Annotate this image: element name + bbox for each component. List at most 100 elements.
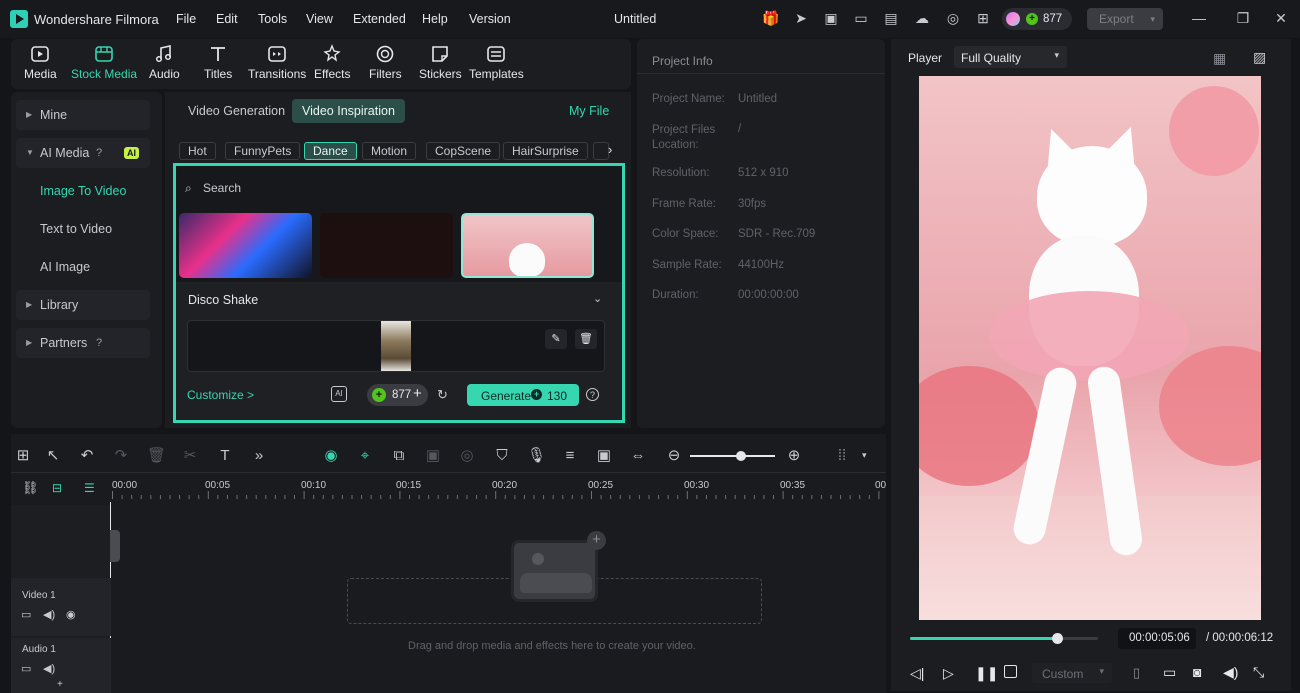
keyframe-icon[interactable]: ▣	[424, 447, 442, 465]
help-icon[interactable]: ?	[96, 138, 102, 168]
chevron-right-icon[interactable]: ›	[608, 142, 612, 157]
snap-icon[interactable]: ⌖	[356, 447, 374, 465]
menu-extended[interactable]: Extended	[353, 12, 406, 26]
zoom-handle[interactable]	[736, 451, 746, 461]
cloud-icon[interactable]: ☁	[913, 10, 931, 26]
help-icon[interactable]: ?	[96, 328, 102, 358]
playback-track[interactable]	[910, 633, 1098, 644]
time-ruler[interactable]: 00:00 00:05 00:10 00:15 00:20 00:25 00:3…	[112, 474, 886, 502]
template-thumb[interactable]	[179, 213, 312, 278]
chip-motion[interactable]: Motion	[362, 142, 417, 160]
prev-frame-icon[interactable]: ◁|	[910, 665, 924, 682]
shield-icon[interactable]: ⛉	[493, 447, 511, 465]
camera-icon[interactable]: ◙	[1193, 664, 1201, 680]
redo-icon[interactable]: ↷	[112, 447, 130, 465]
tab-video-generation[interactable]: Video Generation	[178, 99, 295, 123]
sidebar-item-image-to-video[interactable]: Image To Video	[16, 176, 150, 206]
folder-icon[interactable]: ▭	[21, 662, 31, 675]
ai-assistant-icon[interactable]: ◉	[322, 447, 340, 465]
chevron-down-icon[interactable]: ▾	[862, 450, 867, 461]
close-icon[interactable]: ✕	[1272, 10, 1290, 26]
menu-tools[interactable]: Tools	[258, 12, 287, 26]
zoom-out-icon[interactable]: ⊖	[665, 447, 683, 465]
send-icon[interactable]: ➤	[792, 10, 810, 26]
refresh-icon[interactable]: ↻	[437, 387, 448, 403]
cut-icon[interactable]: ✂	[181, 447, 199, 465]
sidebar-item-ai-image[interactable]: AI Image	[16, 252, 150, 282]
chip-dance[interactable]: Dance	[304, 142, 357, 160]
grip-icon[interactable]: ⁞⁞	[833, 447, 851, 465]
playhead-handle[interactable]	[110, 530, 120, 562]
select-tool-icon[interactable]: ↖	[44, 447, 62, 465]
menu-view[interactable]: View	[306, 12, 333, 26]
sidebar-item-library[interactable]: ▶ Library	[16, 290, 150, 320]
grid-view-icon[interactable]: ▦	[1213, 50, 1226, 67]
toolbar-effects[interactable]: Effects	[314, 44, 350, 81]
save-icon[interactable]: ▤	[882, 10, 900, 26]
chip-funnypets[interactable]: FunnyPets	[225, 142, 301, 160]
folder-icon[interactable]: ▭	[21, 608, 31, 621]
template-thumb-selected[interactable]	[461, 213, 594, 278]
pause-icon[interactable]: ❚❚	[975, 665, 998, 682]
speaker-icon[interactable]: ◀)	[43, 662, 55, 675]
chevron-down-icon[interactable]: ⌄	[593, 292, 602, 305]
gift-icon[interactable]: 🎁	[762, 10, 780, 26]
fullscreen-icon[interactable]: ⤡	[1253, 664, 1264, 681]
maximize-icon[interactable]: ❐	[1234, 10, 1252, 26]
eye-icon[interactable]: ◉	[66, 608, 76, 621]
menu-version[interactable]: Version	[469, 12, 511, 26]
stop-icon[interactable]	[1004, 665, 1017, 678]
more-tools-icon[interactable]: »	[250, 447, 268, 465]
toolbar-transitions[interactable]: Transitions	[248, 44, 306, 81]
speed-select[interactable]: Custom ▾	[1032, 663, 1112, 683]
edit-icon[interactable]: ✎	[545, 329, 567, 349]
sidebar-item-ai-media[interactable]: ▼ AI Media ? AI	[16, 138, 150, 168]
display-icon[interactable]: ▭	[1163, 664, 1176, 681]
volume-icon[interactable]: ◀)	[1223, 664, 1238, 681]
delete-icon[interactable]: 🗑	[575, 329, 597, 349]
sidebar-item-mine[interactable]: ▶ Mine	[16, 100, 150, 130]
generate-button[interactable]: Generate + 130	[467, 384, 579, 406]
layout-icon[interactable]: ▭	[852, 10, 870, 26]
sidebar-item-partners[interactable]: ▶ Partners ?	[16, 328, 150, 358]
zoom-slider[interactable]	[690, 455, 775, 457]
toolbar-stock-media[interactable]: Stock Media	[71, 44, 137, 81]
chip-hot[interactable]: Hot	[179, 142, 216, 160]
zoom-in-icon[interactable]: ⊕	[785, 447, 803, 465]
toolbar-titles[interactable]: Titles	[204, 44, 232, 81]
microphone-icon[interactable]: 🎙	[527, 447, 546, 465]
undo-icon[interactable]: ↶	[78, 447, 96, 465]
help-icon[interactable]: ?	[586, 388, 599, 401]
tab-video-inspiration[interactable]: Video Inspiration	[292, 99, 405, 123]
auto-edit-icon[interactable]: ⧉	[390, 447, 408, 465]
add-track-icon[interactable]: ⊟	[52, 481, 62, 495]
track-settings-icon[interactable]: ☰	[84, 481, 95, 495]
add-credits-icon[interactable]: +	[413, 385, 422, 402]
layout-grid-icon[interactable]: ⊞	[14, 447, 32, 465]
quality-select[interactable]: Full Quality ▾	[954, 46, 1067, 68]
credits-badge[interactable]: + 877	[1002, 8, 1072, 30]
export-button[interactable]: Export ▾	[1087, 8, 1163, 30]
headset-icon[interactable]: ◎	[944, 10, 962, 26]
toolbar-stickers[interactable]: Stickers	[419, 44, 462, 81]
delete-icon[interactable]: 🗑	[147, 447, 166, 465]
customize-link[interactable]: Customize >	[187, 388, 254, 402]
sidebar-item-text-to-video[interactable]: Text to Video	[16, 214, 150, 244]
snapshot-icon[interactable]: ▨	[1253, 49, 1266, 66]
fit-icon[interactable]: ⇔	[629, 447, 647, 465]
speaker-icon[interactable]: ◀)	[43, 608, 55, 621]
chip-more[interactable]	[593, 142, 609, 160]
speed-icon[interactable]: ◎	[458, 447, 476, 465]
menu-edit[interactable]: Edit	[216, 12, 238, 26]
my-file-link[interactable]: My File	[569, 104, 609, 118]
toolbar-audio[interactable]: Audio	[149, 44, 180, 81]
minimize-icon[interactable]: —	[1190, 10, 1208, 26]
link-icon[interactable]: ⛓	[22, 480, 39, 496]
toolbar-templates[interactable]: Templates	[469, 44, 524, 81]
chip-copscene[interactable]: CopScene	[426, 142, 501, 160]
text-icon[interactable]: T	[216, 447, 234, 465]
toolbar-media[interactable]: Media	[24, 44, 57, 81]
template-thumb[interactable]	[320, 213, 453, 278]
add-icon[interactable]: +	[57, 679, 63, 690]
menu-file[interactable]: File	[176, 12, 196, 26]
